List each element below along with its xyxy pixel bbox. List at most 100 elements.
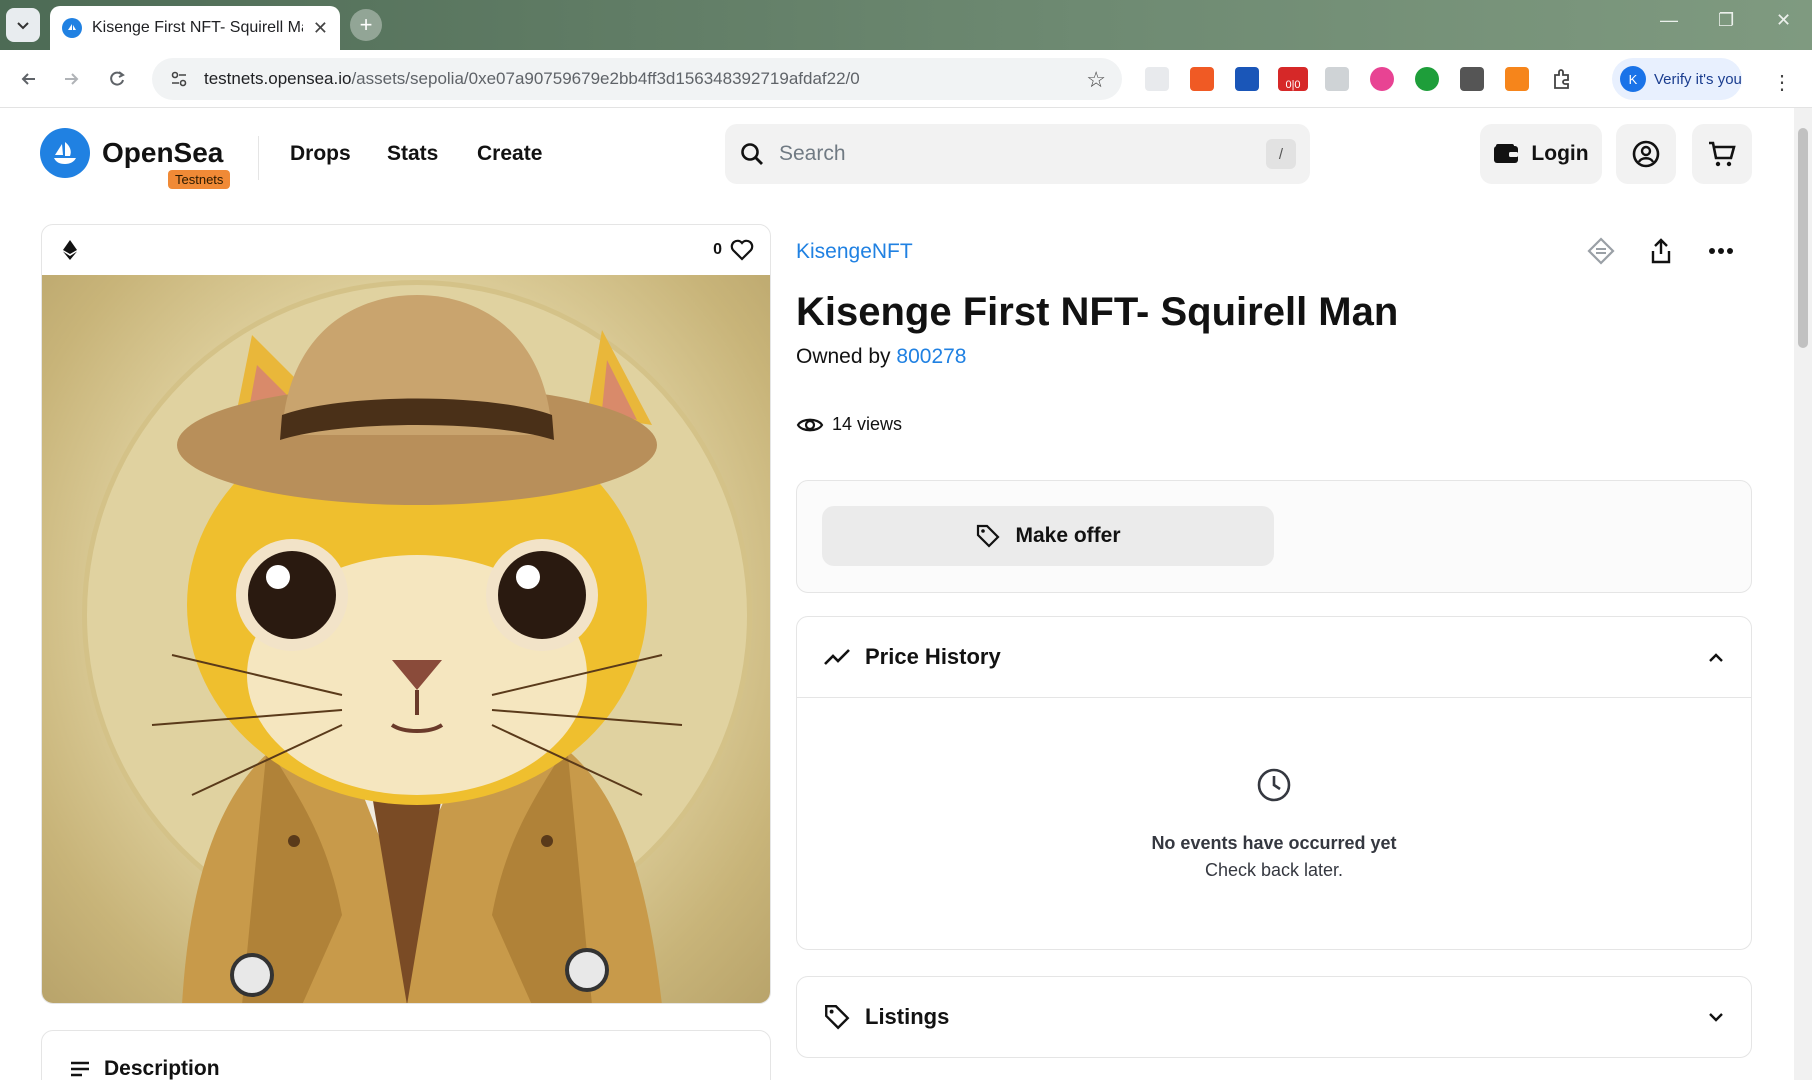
browser-menu-icon[interactable]: ⋮	[1772, 70, 1792, 95]
make-offer-label: Make offer	[1015, 524, 1121, 547]
heart-icon	[730, 239, 754, 261]
avatar: K	[1620, 66, 1646, 92]
scrollbar-thumb[interactable]	[1798, 128, 1808, 348]
tag-icon	[825, 1005, 850, 1030]
counter-extension-icon[interactable]: 0|0	[1278, 67, 1308, 91]
wallet-icon	[1494, 144, 1519, 163]
ship-logo-icon	[40, 128, 90, 178]
owner-line: Owned by 800278	[796, 345, 966, 369]
favorite-count: 0	[713, 241, 722, 258]
url-path: /assets/sepolia/0xe07a90759679e2bb4ff3d1…	[351, 69, 860, 88]
login-button[interactable]: Login	[1480, 124, 1602, 184]
brand-name: OpenSea	[102, 137, 224, 168]
reload-icon[interactable]	[102, 64, 132, 94]
restore-icon[interactable]: ❐	[1718, 10, 1734, 31]
site-header: OpenSea Testnets Drops Stats Create Sear…	[0, 108, 1794, 200]
pink-extension-icon[interactable]	[1370, 67, 1394, 91]
blue-book-extension-icon[interactable]	[1235, 67, 1259, 91]
price-history-panel: Price History No events have occurred ye…	[796, 616, 1752, 950]
search-placeholder: Search	[779, 142, 846, 165]
listings-panel[interactable]: Listings	[796, 976, 1752, 1058]
browser-toolbar: testnets.opensea.io/assets/sepolia/0xe07…	[0, 50, 1812, 108]
site-info-icon[interactable]	[168, 68, 190, 90]
gmail-extension-icon[interactable]	[1145, 67, 1169, 91]
price-history-header[interactable]: Price History	[797, 617, 1751, 697]
nft-image[interactable]	[42, 275, 770, 1003]
ethereum-icon	[63, 240, 77, 260]
transfer-button[interactable]	[1586, 236, 1616, 266]
collection-link[interactable]: KisengeNFT	[796, 240, 913, 264]
tab-title: Kisenge First NFT- Squirell Man	[92, 19, 303, 36]
description-header[interactable]: Description	[42, 1031, 770, 1080]
chevron-up-icon[interactable]	[1707, 651, 1725, 663]
bookmark-star-icon[interactable]: ☆	[1086, 67, 1106, 93]
metamask-fox-icon[interactable]	[1505, 67, 1529, 91]
forward-icon[interactable]	[56, 64, 86, 94]
browser-tab-strip: Kisenge First NFT- Squirell Man ✕ + — ❐ …	[0, 0, 1812, 50]
red-extension-icon[interactable]	[1190, 67, 1214, 91]
login-label: Login	[1531, 142, 1589, 165]
nft-title: Kisenge First NFT- Squirell Man	[796, 290, 1399, 334]
trend-line-icon	[824, 649, 850, 665]
empty-state-title: No events have occurred yet	[1151, 832, 1397, 853]
counter-badge: 0|0	[1285, 79, 1301, 91]
page-content: OpenSea Testnets Drops Stats Create Sear…	[0, 108, 1794, 1080]
listings-title: Listings	[865, 1004, 950, 1029]
nav-drops[interactable]: Drops	[290, 142, 351, 166]
page-scrollbar[interactable]	[1794, 108, 1812, 1080]
cart-icon	[1709, 141, 1736, 167]
more-options-button[interactable]	[1706, 236, 1736, 266]
verify-profile-button[interactable]: K Verify it's you	[1612, 58, 1742, 100]
favorite-button[interactable]: 0	[713, 239, 754, 261]
puzzle-extensions-icon[interactable]	[1550, 67, 1574, 91]
back-icon[interactable]	[14, 64, 44, 94]
cart-button[interactable]	[1692, 124, 1752, 184]
empty-state-subtitle: Check back later.	[1204, 859, 1344, 880]
listings-header[interactable]: Listings	[797, 977, 1751, 1057]
tag-icon	[977, 524, 1001, 548]
share-button[interactable]	[1646, 236, 1676, 266]
nav-create[interactable]: Create	[477, 142, 542, 166]
tab-search-button[interactable]	[6, 8, 40, 42]
green-extension-icon[interactable]	[1415, 67, 1439, 91]
account-button[interactable]	[1616, 124, 1676, 184]
nft-media-card: 0	[41, 224, 771, 1004]
opensea-favicon-icon	[62, 18, 82, 38]
list-lines-icon	[71, 1061, 89, 1077]
eye-icon	[796, 418, 824, 431]
minimize-icon[interactable]: —	[1660, 10, 1678, 31]
owner-link[interactable]: 800278	[896, 345, 966, 368]
description-panel[interactable]: Description	[41, 1030, 771, 1080]
price-history-empty-state: No events have occurred yet Check back l…	[797, 697, 1751, 949]
transfer-diamond-icon	[1587, 237, 1615, 265]
offer-card: Make offer	[796, 480, 1752, 593]
views-label: 14 views	[832, 414, 903, 434]
url-host: testnets.opensea.io	[204, 69, 352, 88]
squirrel-artwork	[82, 280, 752, 1003]
owned-prefix: Owned by	[796, 345, 891, 368]
testnets-badge: Testnets	[168, 170, 231, 189]
close-tab-icon[interactable]: ✕	[313, 18, 328, 39]
chevron-down-icon[interactable]	[1707, 1011, 1725, 1023]
active-tab[interactable]: Kisenge First NFT- Squirell Man ✕	[50, 6, 340, 50]
make-offer-button[interactable]: Make offer	[822, 506, 1274, 566]
nav-stats[interactable]: Stats	[387, 142, 438, 166]
search-input[interactable]: Search /	[725, 124, 1310, 184]
clock-icon	[1257, 768, 1291, 801]
media-toolbar: 0	[42, 225, 770, 275]
dark-extension-icon[interactable]	[1460, 67, 1484, 91]
chevron-down-icon	[17, 22, 29, 30]
account-circle-icon	[1632, 140, 1660, 168]
search-shortcut-key: /	[1266, 139, 1296, 169]
close-window-icon[interactable]: ✕	[1776, 10, 1791, 31]
grey-extension-icon[interactable]	[1325, 67, 1349, 91]
address-bar[interactable]: testnets.opensea.io/assets/sepolia/0xe07…	[152, 58, 1122, 100]
new-tab-button[interactable]: +	[350, 9, 382, 41]
verify-label: Verify it's you	[1654, 70, 1742, 88]
share-icon	[1651, 238, 1671, 264]
more-dots-icon	[1709, 248, 1733, 254]
header-divider	[258, 136, 259, 180]
search-icon	[741, 143, 763, 165]
views-count: 14 views	[796, 414, 902, 435]
price-history-title: Price History	[865, 644, 1001, 669]
